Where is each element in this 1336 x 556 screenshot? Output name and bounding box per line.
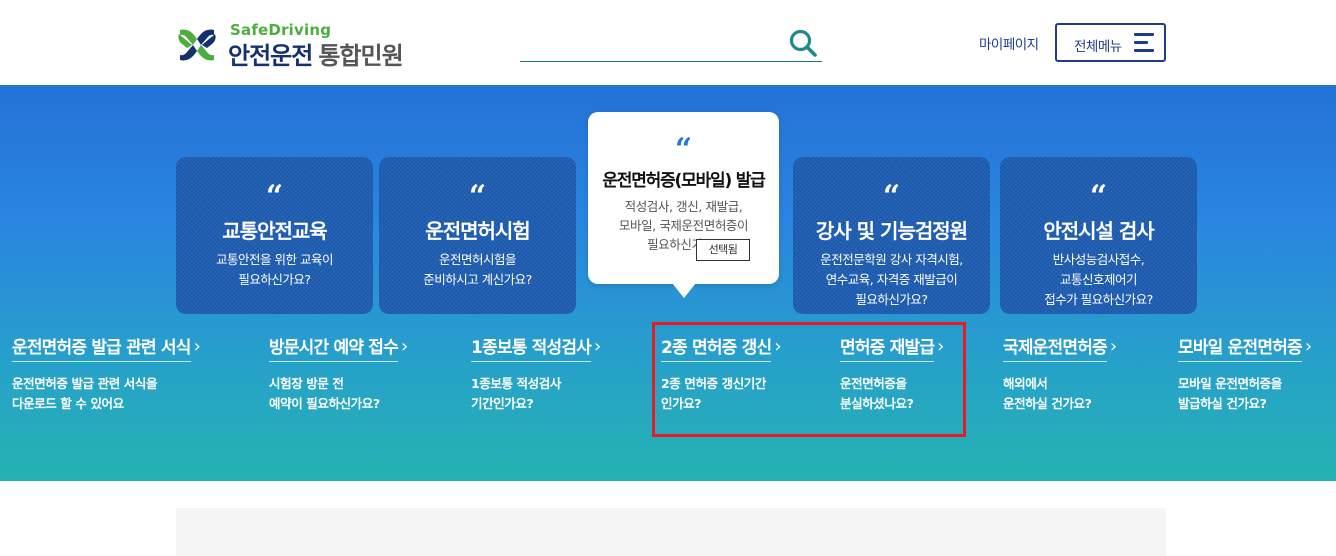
quick-link-desc: 1종보통 적성검사 기간인가요? xyxy=(471,376,561,411)
search-bar xyxy=(520,24,822,62)
quote-icon: “ xyxy=(1089,179,1108,214)
mypage-link[interactable]: 마이페이지 xyxy=(979,33,1039,53)
logo-title-suffix: 통합민원 xyxy=(318,42,403,70)
search-icon[interactable] xyxy=(788,28,818,58)
quick-link-desc: 운전면허증 발급 관련 서식을 다운로드 할 수 있어요 xyxy=(12,376,158,411)
chevron-right-icon: › xyxy=(193,336,201,357)
logo-title-main: 안전운전 xyxy=(228,42,313,70)
quote-icon: “ xyxy=(468,179,487,214)
quick-link-title: 운전면허증 발급 관련 서식 xyxy=(12,333,191,362)
chevron-right-icon: › xyxy=(594,336,602,357)
quick-link-aptitude-test[interactable]: 1종보통 적성검사 › 1종보통 적성검사 기간인가요? xyxy=(471,333,601,414)
content-panel xyxy=(176,508,1166,556)
card-desc: 교통안전을 위한 교육이 필요하신가요? xyxy=(216,252,333,287)
quote-icon: “ xyxy=(882,179,901,214)
card-license-exam[interactable]: “ 운전면허시험 운전면허시험을 준비하시고 계신가요? xyxy=(379,157,576,314)
card-title: 안전시설 검사 xyxy=(1043,219,1154,243)
logo-title: 안전운전 통합민원 xyxy=(228,36,404,71)
quick-link-international-license[interactable]: 국제운전면허증 › 해외에서 운전하실 건가요? xyxy=(1003,333,1117,414)
quote-icon: “ xyxy=(674,132,693,167)
quick-link-title: 방문시간 예약 접수 xyxy=(269,333,399,362)
selected-tooltip: 선택됨 xyxy=(696,239,750,261)
quick-link-title: 2종 면허증 갱신 xyxy=(661,333,772,362)
quote-icon: “ xyxy=(265,179,284,214)
chevron-right-icon: › xyxy=(774,336,782,357)
all-menu-button[interactable]: 전체메뉴 xyxy=(1055,23,1166,62)
chevron-right-icon: › xyxy=(937,336,945,357)
search-input[interactable] xyxy=(520,24,780,60)
quick-link-desc: 운전면허증을 분실하셨나요? xyxy=(840,376,914,411)
quick-link-license-reissue[interactable]: 면허증 재발급 › 운전면허증을 분실하셨나요? xyxy=(840,333,944,414)
quick-link-title: 1종보통 적성검사 xyxy=(471,333,592,362)
card-title: 교통안전교육 xyxy=(222,219,327,243)
chevron-right-icon: › xyxy=(400,336,409,357)
quick-link-mobile-license[interactable]: 모바일 운전면허증 › 모바일 운전면허증을 발급하실 건가요? xyxy=(1178,333,1312,414)
card-title: 운전면허증(모바일) 발급 xyxy=(602,171,765,191)
hero-section: “ 교통안전교육 교통안전을 위한 교육이 필요하신가요? “ 운전면허시험 운… xyxy=(0,85,1336,481)
quick-link-desc: 시험장 방문 전 예약이 필요하신가요? xyxy=(269,376,380,411)
card-license-issue-selected[interactable]: “ 운전면허증(모바일) 발급 적성검사, 갱신, 재발급, 모바일, 국제운전… xyxy=(588,112,779,298)
quick-link-desc: 해외에서 운전하실 건가요? xyxy=(1003,376,1092,411)
card-desc: 적성검사, 갱신, 재발급, 모바일, 국제운전면허증이 필요하신가요? xyxy=(618,199,749,252)
quick-link-title: 면허증 재발급 xyxy=(840,333,935,362)
quick-link-desc: 모바일 운전면허증을 발급하실 건가요? xyxy=(1178,376,1282,411)
card-safety-facility[interactable]: “ 안전시설 검사 반사성능검사접수, 교통신호제어기 접수가 필요하신가요? xyxy=(1000,157,1197,314)
chevron-right-icon: › xyxy=(1304,336,1313,357)
quick-link-title: 국제운전면허증 xyxy=(1003,333,1108,362)
hamburger-icon xyxy=(1134,33,1156,53)
quick-link-forms[interactable]: 운전면허증 발급 관련 서식 › 운전면허증 발급 관련 서식을 다운로드 할 수… xyxy=(12,333,201,414)
quick-link-visit-reservation[interactable]: 방문시간 예약 접수 › 시험장 방문 전 예약이 필요하신가요? xyxy=(269,333,408,414)
card-title: 운전면허시험 xyxy=(425,219,530,243)
all-menu-label: 전체메뉴 xyxy=(1074,39,1122,55)
card-desc: 반사성능검사접수, 교통신호제어기 접수가 필요하신가요? xyxy=(1044,252,1153,307)
card-instructor[interactable]: “ 강사 및 기능검정원 운전전문학원 강사 자격시험, 연수교육, 자격증 재… xyxy=(793,157,990,314)
chevron-right-icon: › xyxy=(1109,336,1118,357)
site-header: SafeDriving 안전운전 통합민원 마이페이지 전체메뉴 xyxy=(0,0,1336,85)
quick-link-license-renewal[interactable]: 2종 면허증 갱신 › 2종 면허증 갱신기간 인가요? xyxy=(661,333,782,414)
card-desc: 운전전문학원 강사 자격시험, 연수교육, 자격증 재발급이 필요하신가요? xyxy=(820,252,963,307)
quick-link-desc: 2종 면허증 갱신기간 인가요? xyxy=(661,376,767,411)
card-title: 강사 및 기능검정원 xyxy=(815,219,968,243)
card-traffic-education[interactable]: “ 교통안전교육 교통안전을 위한 교육이 필요하신가요? xyxy=(176,157,373,314)
logo-mark-icon xyxy=(178,29,216,61)
site-logo[interactable]: SafeDriving 안전운전 통합민원 xyxy=(176,21,426,70)
quick-link-title: 모바일 운전면허증 xyxy=(1178,333,1303,362)
card-desc: 운전면허시험을 준비하시고 계신가요? xyxy=(423,252,532,287)
